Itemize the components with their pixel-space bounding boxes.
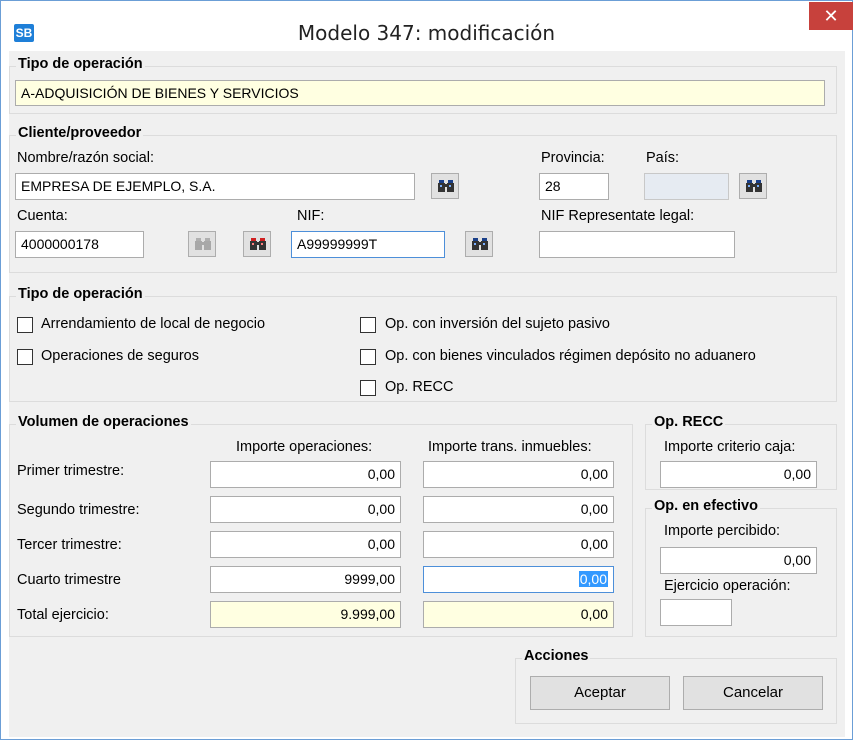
cuenta-lookup-button — [188, 231, 216, 257]
recc-label: Op. RECC — [385, 379, 454, 395]
binoculars-icon — [438, 180, 454, 192]
cuenta-edit-lookup-button[interactable] — [243, 231, 271, 257]
pais-lookup-button[interactable] — [739, 173, 767, 199]
nombre-field[interactable]: EMPRESA DE EJEMPLO, S.A. — [15, 173, 415, 200]
criterio-caja-field[interactable]: 0,00 — [660, 461, 817, 488]
nif-lookup-button[interactable] — [465, 231, 493, 257]
row-label-2: Segundo trimestre: — [17, 502, 140, 518]
inmuebles-q4-field[interactable]: 0,00 — [423, 566, 614, 593]
dialog-window: SB Modelo 347: modificación ✕ Tipo de op… — [0, 0, 853, 740]
nif-label: NIF: — [297, 208, 325, 224]
inmuebles-q1-field[interactable]: 0,00 — [423, 461, 614, 488]
pais-label: País: — [646, 150, 680, 166]
group-title: Acciones — [522, 648, 591, 664]
row-label-3: Tercer trimestre: — [17, 537, 122, 553]
group-title: Tipo de operación — [16, 56, 145, 72]
ejercicio-operacion-label: Ejercicio operación: — [664, 578, 791, 594]
binoculars-icon — [195, 238, 211, 250]
group-title: Op. en efectivo — [652, 498, 760, 514]
col-importe-header: Importe operaciones: — [236, 439, 373, 455]
provincia-field[interactable]: 28 — [539, 173, 609, 200]
seguros-label: Operaciones de seguros — [41, 348, 199, 364]
deposito-label: Op. con bienes vinculados régimen depósi… — [385, 348, 756, 364]
inversion-label: Op. con inversión del sujeto pasivo — [385, 316, 610, 332]
importe-q3-field[interactable]: 0,00 — [210, 531, 401, 558]
importe-q1-field[interactable]: 0,00 — [210, 461, 401, 488]
group-title: Op. RECC — [652, 414, 726, 430]
close-icon: ✕ — [823, 6, 839, 26]
importe-percibido-label: Importe percibido: — [664, 523, 781, 539]
row-label-4: Cuarto trimestre — [17, 572, 121, 588]
provincia-label: Provincia: — [541, 150, 605, 166]
recc-checkbox[interactable] — [360, 380, 376, 396]
arrendamiento-checkbox[interactable] — [17, 317, 33, 333]
cancelar-button[interactable]: Cancelar — [683, 676, 823, 710]
row-label-5: Total ejercicio: — [17, 607, 109, 623]
tipo-operacion-checks-group: Tipo de operación Arrendamiento de local… — [9, 286, 837, 402]
total-importe-field: 9.999,00 — [210, 601, 401, 628]
deposito-checkbox[interactable] — [360, 349, 376, 365]
selected-text: 0,00 — [578, 571, 608, 587]
group-title: Volumen de operaciones — [16, 414, 191, 430]
nif-representante-label: NIF Representate legal: — [541, 208, 695, 224]
op-efectivo-group: Op. en efectivo Importe percibido: 0,00 … — [645, 498, 837, 637]
group-title: Tipo de operación — [16, 286, 145, 302]
window-title: Modelo 347: modificación — [297, 21, 556, 45]
total-inmuebles-field: 0,00 — [423, 601, 614, 628]
group-title: Cliente/proveedor — [16, 125, 144, 141]
importe-percibido-field[interactable]: 0,00 — [660, 547, 817, 574]
cuenta-label: Cuenta: — [17, 208, 68, 224]
inversion-checkbox[interactable] — [360, 317, 376, 333]
criterio-caja-label: Importe criterio caja: — [664, 439, 796, 455]
inmuebles-q2-field[interactable]: 0,00 — [423, 496, 614, 523]
op-recc-group: Op. RECC Importe criterio caja: 0,00 — [645, 414, 837, 490]
inmuebles-q3-field[interactable]: 0,00 — [423, 531, 614, 558]
row-label-1: Primer trimestre: — [17, 463, 125, 479]
importe-q2-field[interactable]: 0,00 — [210, 496, 401, 523]
close-button[interactable]: ✕ — [809, 2, 853, 30]
importe-q4-field[interactable]: 9999,00 — [210, 566, 401, 593]
binoculars-icon — [746, 180, 762, 192]
nombre-lookup-button[interactable] — [431, 173, 459, 199]
volumen-operaciones-group: Volumen de operaciones Importe operacion… — [9, 414, 633, 637]
aceptar-button[interactable]: Aceptar — [530, 676, 670, 710]
arrendamiento-label: Arrendamiento de local de negocio — [41, 316, 266, 332]
acciones-group: Acciones Aceptar Cancelar — [515, 648, 837, 724]
pais-field — [644, 173, 729, 200]
tipo-operacion-group: Tipo de operación A-ADQUISICIÓN DE BIENE… — [9, 56, 837, 114]
cliente-proveedor-group: Cliente/proveedor Nombre/razón social: E… — [9, 125, 837, 273]
binoculars-red-icon — [250, 238, 266, 250]
ejercicio-operacion-field[interactable] — [660, 599, 732, 626]
binoculars-icon — [472, 238, 488, 250]
dialog-body: Tipo de operación A-ADQUISICIÓN DE BIENE… — [9, 51, 845, 737]
tipo-operacion-field: A-ADQUISICIÓN DE BIENES Y SERVICIOS — [15, 80, 825, 106]
nif-representante-field[interactable] — [539, 231, 735, 258]
title-bar: SB Modelo 347: modificación ✕ — [1, 1, 853, 57]
col-inmuebles-header: Importe trans. inmuebles: — [428, 439, 592, 455]
cuenta-field[interactable]: 4000000178 — [15, 231, 144, 258]
nombre-label: Nombre/razón social: — [17, 150, 154, 166]
nif-field[interactable]: A99999999T — [291, 231, 445, 258]
seguros-checkbox[interactable] — [17, 349, 33, 365]
